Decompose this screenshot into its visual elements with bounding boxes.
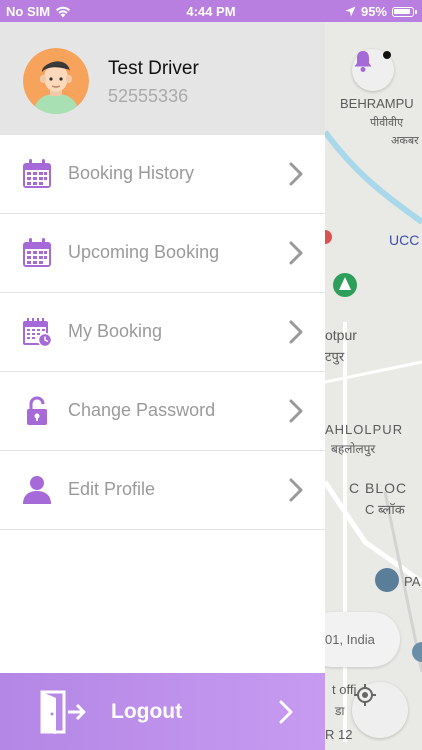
menu-item-edit-profile[interactable]: Edit Profile — [0, 451, 325, 530]
menu-item-label: My Booking — [68, 321, 163, 341]
status-bar: No SIM 4:44 PM 95% — [0, 0, 422, 22]
crosshair-icon — [354, 684, 376, 706]
drawer-menu: Booking History Upcoming Booking My Book… — [0, 135, 325, 530]
status-right: 95% — [345, 4, 417, 19]
menu-item-label: Upcoming Booking — [68, 242, 220, 262]
chevron-right-icon — [289, 241, 303, 265]
profile-header[interactable]: Test Driver 52555336 — [0, 22, 325, 135]
map-label: C ब्लॉक — [365, 502, 405, 517]
logout-label: Logout — [111, 700, 183, 723]
side-drawer: Test Driver 52555336 Booking History Upc… — [0, 22, 325, 750]
chevron-right-icon — [289, 320, 303, 344]
logout-button[interactable]: Logout — [0, 673, 325, 750]
map-label: UCC — [389, 232, 420, 248]
chevron-right-icon — [289, 399, 303, 423]
chevron-right-icon — [289, 478, 303, 502]
map-label: BEHRAMPU — [340, 96, 414, 111]
menu-item-upcoming-booking[interactable]: Upcoming Booking — [0, 214, 325, 293]
bell-icon — [354, 51, 372, 72]
address-text: 01, India — [325, 632, 375, 647]
chevron-right-icon — [279, 700, 293, 724]
chevron-right-icon — [289, 162, 303, 186]
map-label: टपुर — [325, 349, 345, 364]
menu-item-label: Edit Profile — [68, 479, 156, 499]
map-label: अकबर — [391, 135, 419, 147]
exit-door-icon — [40, 690, 86, 734]
map-label: otpur — [325, 327, 357, 343]
avatar — [23, 48, 89, 114]
map-label: R 12 — [325, 727, 353, 742]
calendar-clock-icon — [23, 318, 52, 347]
map-label: PA — [404, 574, 421, 589]
map-label: डा — [335, 704, 345, 718]
battery-icon — [392, 6, 417, 17]
calendar-icon — [23, 159, 51, 188]
profile-phone: 52555336 — [108, 86, 189, 106]
notification-dot — [383, 51, 391, 59]
map-view[interactable]: BEHRAMPU पीवीवीए अकबर UCC otpur टपुर AHL… — [325, 22, 422, 750]
menu-item-booking-history[interactable]: Booking History — [0, 135, 325, 214]
menu-item-change-password[interactable]: Change Password — [0, 372, 325, 451]
map-label: पीवीवीए — [370, 117, 404, 129]
unlock-icon — [27, 396, 47, 425]
calendar-icon — [23, 238, 51, 267]
driver-avatar-icon — [23, 48, 89, 114]
menu-item-label: Change Password — [68, 400, 216, 420]
map-label: C BLOC — [349, 480, 408, 496]
map-label: बहलोलपुर — [331, 442, 376, 456]
locate-me-button[interactable] — [352, 682, 408, 738]
location-arrow-icon — [345, 6, 356, 17]
map-label: AHLOLPUR — [325, 422, 404, 437]
menu-item-label: Booking History — [68, 163, 195, 183]
user-icon — [23, 476, 51, 504]
battery-percent: 95% — [360, 4, 387, 19]
profile-name: Test Driver — [108, 58, 199, 79]
menu-item-my-booking[interactable]: My Booking — [0, 293, 325, 372]
notification-button[interactable] — [352, 49, 394, 91]
